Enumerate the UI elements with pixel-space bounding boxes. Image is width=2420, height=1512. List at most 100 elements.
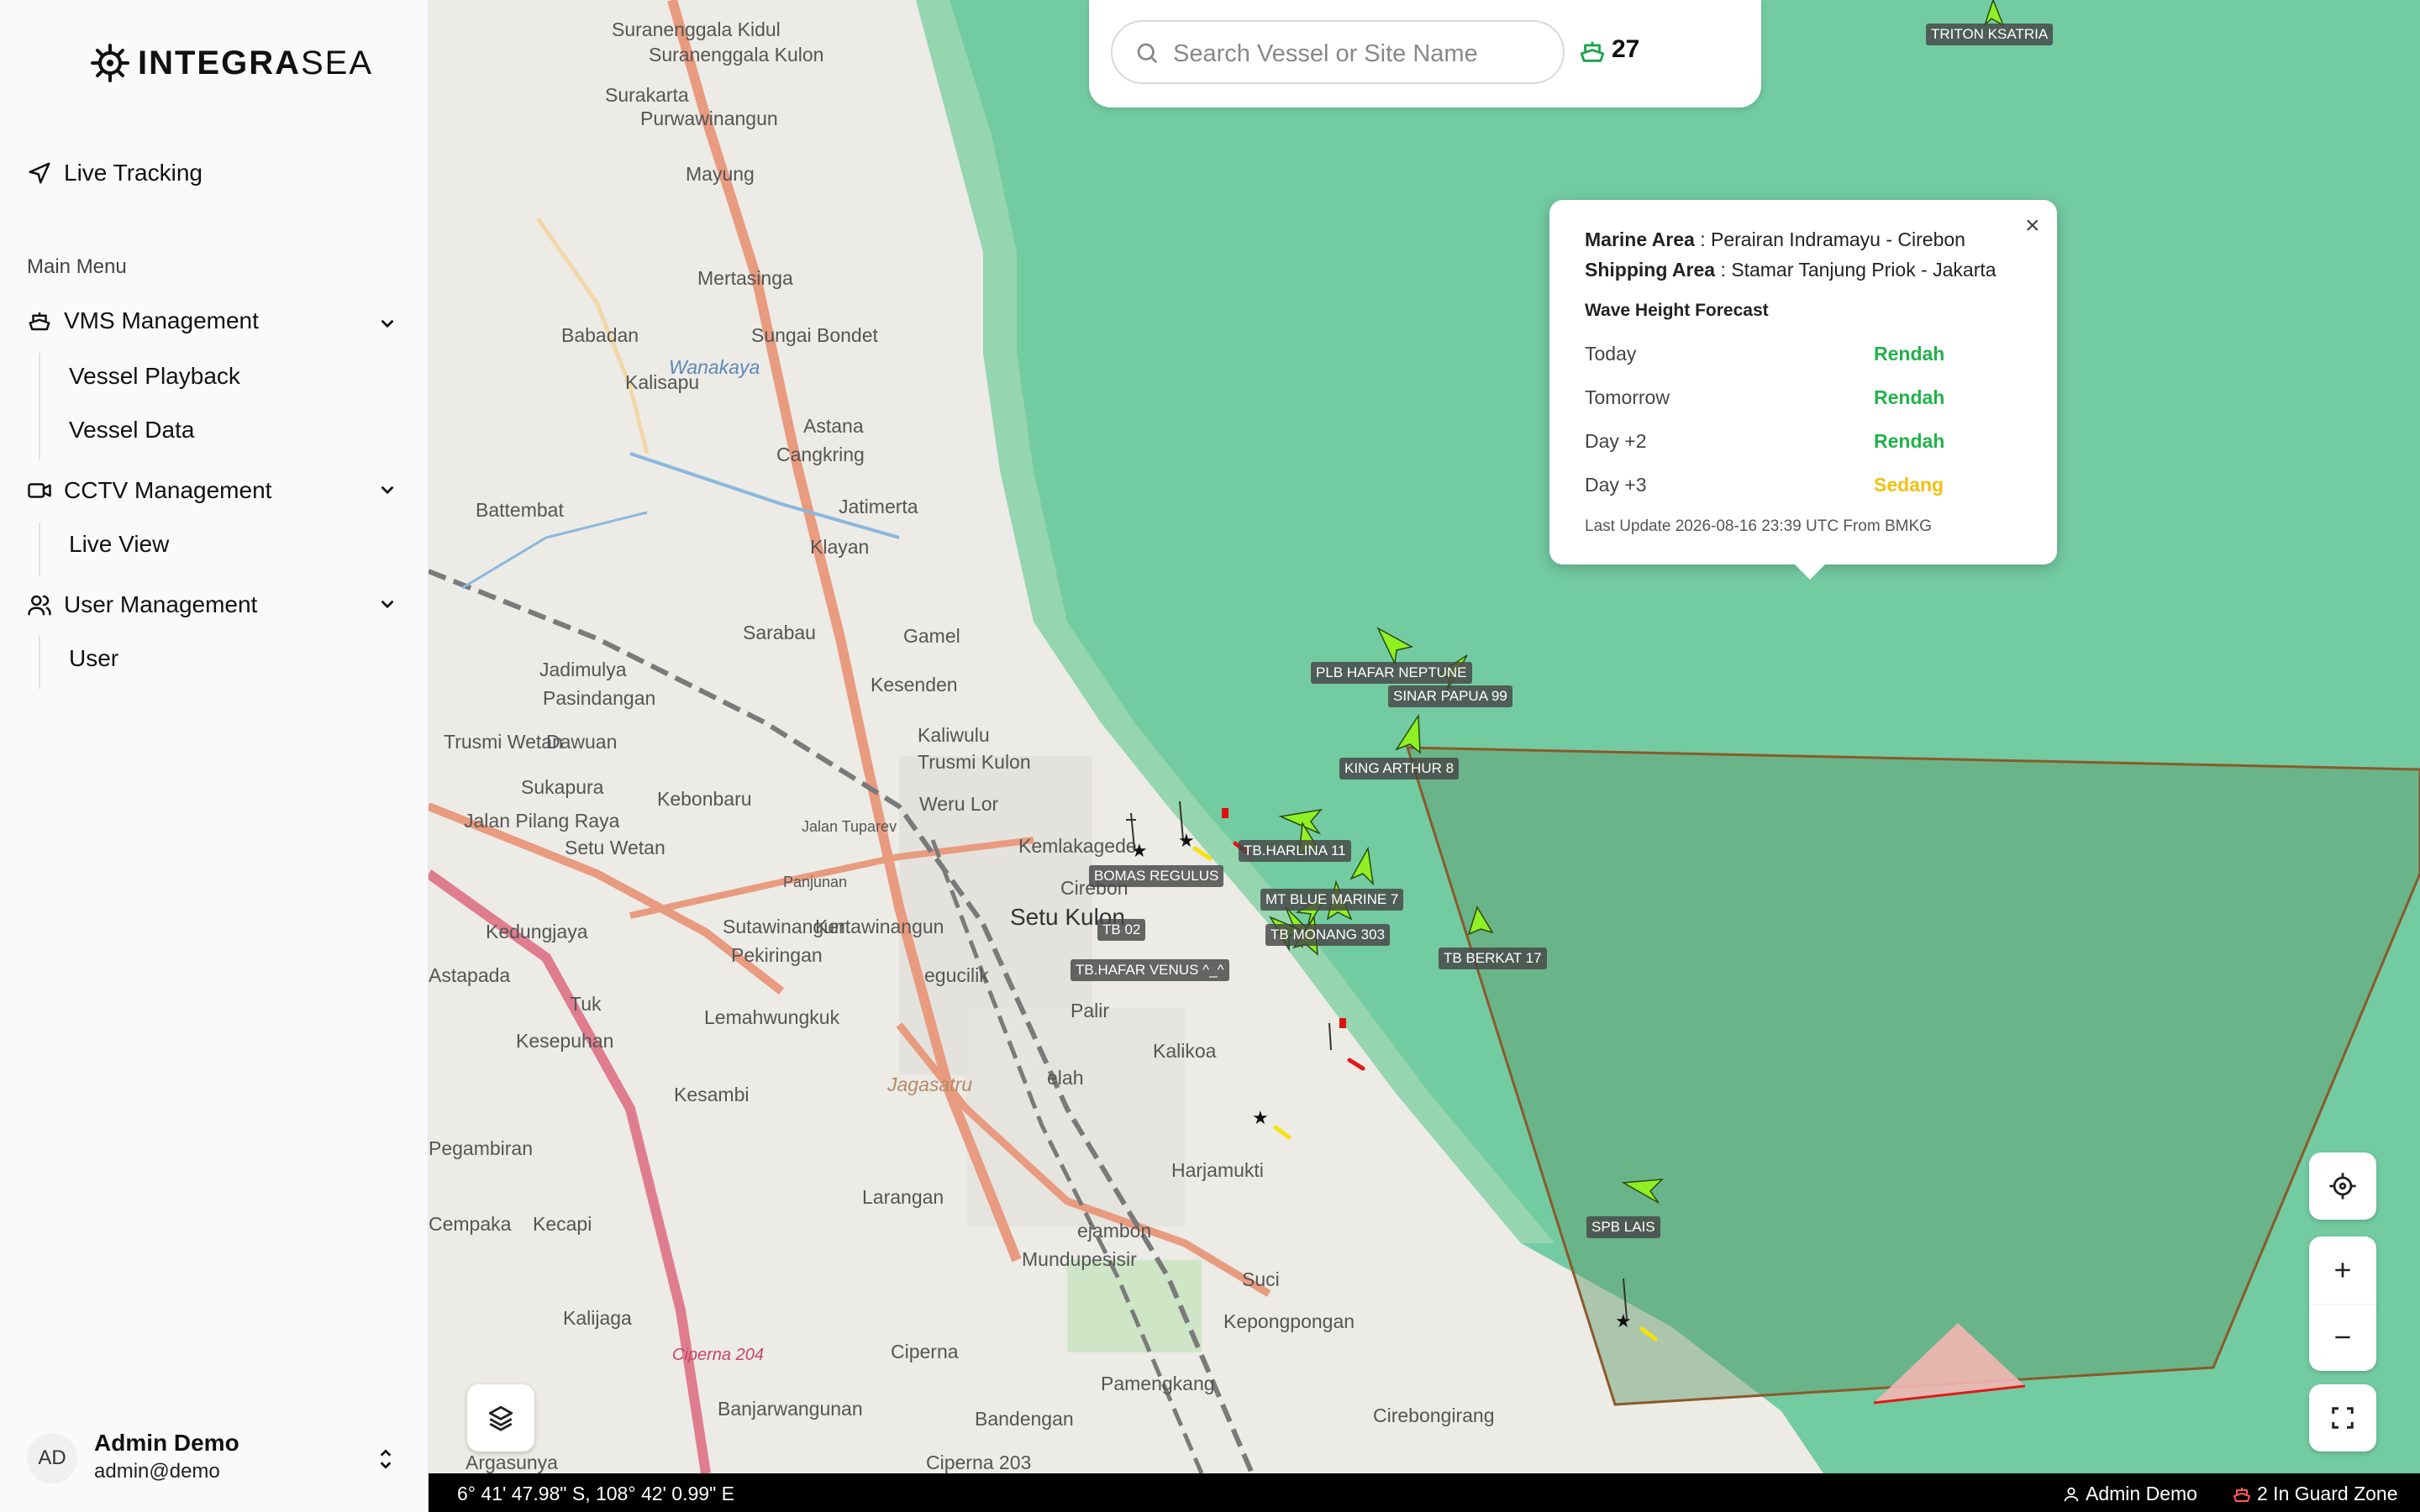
popup-tip [1793, 563, 1827, 580]
vessel-markers: ★ ★ ★ ★ [1126, 0, 2005, 1341]
search-placeholder: Search Vessel or Site Name [1173, 40, 1478, 67]
forecast-title: Wave Height Forecast [1585, 301, 1769, 320]
nav-user[interactable]: User [69, 645, 118, 672]
heading-indicator [1639, 1326, 1658, 1341]
heading-indicator [1192, 846, 1213, 861]
ship-alert-icon [2233, 1487, 2250, 1502]
area-info-popup: × Marine Area : Perairan Indramayu - Cir… [1549, 200, 2057, 580]
forecast-level: Rendah [1874, 386, 1945, 408]
forecast-level: Sedang [1874, 474, 1944, 496]
last-update: Last Update 2026-08-16 23:39 UTC From BM… [1585, 517, 1932, 535]
chevrons-up-down-icon [380, 1449, 392, 1469]
star-marker: ★ [1615, 1310, 1632, 1331]
plus-icon [2335, 1263, 2350, 1278]
video-icon [28, 483, 51, 498]
anchored-vessel-marker [1328, 1022, 1332, 1051]
nav-live-view[interactable]: Live View [69, 531, 169, 558]
vessel-label[interactable]: MT BLUE MARINE 7 [1260, 889, 1404, 911]
main-menu-title: Main Menu [27, 255, 127, 278]
buoy-marker [1222, 808, 1228, 818]
forecast-day: Day +2 [1585, 430, 1647, 452]
guard-zone-count: 2 In Guard Zone [2257, 1483, 2398, 1504]
forecast-day: Today [1585, 343, 1637, 365]
vessel-label[interactable]: BOMAS REGULUS [1089, 865, 1224, 887]
nav-vessel-data[interactable]: Vessel Data [69, 417, 194, 444]
guard-zone-status[interactable]: 2 In Guard Zone [2232, 1483, 2398, 1505]
vessel-marker [1621, 1179, 1664, 1204]
nav-user-management-label: User Management [64, 591, 258, 617]
forecast-day: Tomorrow [1585, 386, 1670, 408]
heading-indicator [1347, 1058, 1365, 1071]
shipping-area: Shipping Area : Stamar Tanjung Priok - J… [1585, 259, 1996, 281]
vessel-label[interactable]: KING ARTHUR 8 [1339, 758, 1460, 780]
vessel-label[interactable]: TB.HAFAR VENUS ^_^ [1071, 959, 1229, 981]
minus-icon [2335, 1336, 2350, 1339]
ship-icon [29, 312, 50, 331]
fullscreen-button[interactable] [2309, 1384, 2376, 1452]
logo[interactable]: INTEGRASEA [91, 44, 373, 82]
vessel-marker [1376, 627, 1414, 666]
vessel-label[interactable]: SINAR PAPUA 99 [1388, 685, 1512, 707]
logo-text: INTEGRASEA [138, 44, 374, 81]
search-panel: Search Vessel or Site Name 27 [1089, 0, 1761, 108]
sidebar: INTEGRASEA Live Tracking Main Menu VMS M… [0, 0, 429, 1512]
vessel-marker [1467, 906, 1494, 936]
navigation-arrow-icon [29, 162, 50, 184]
user-name: Admin Demo [94, 1430, 239, 1456]
vessel-label[interactable]: TB 02 [1097, 919, 1146, 941]
nav-user-management[interactable]: User Management [27, 591, 257, 618]
close-icon[interactable]: × [2025, 212, 2040, 240]
user-icon [2064, 1487, 2079, 1501]
forecast-level: Rendah [1874, 343, 1945, 365]
vessel-label[interactable]: SPB LAIS [1586, 1216, 1660, 1238]
nav-vms-management[interactable]: VMS Management [27, 307, 259, 334]
vessel-label[interactable]: TRITON KSATRIA [1926, 24, 2054, 45]
status-user-name: Admin Demo [2086, 1483, 2197, 1504]
nav-cctv-management-label: CCTV Management [64, 477, 272, 503]
user-email: admin@demo [94, 1460, 220, 1483]
nav-vessel-playback[interactable]: Vessel Playback [69, 363, 240, 390]
search-icon [1137, 43, 1158, 64]
status-bar: 6° 41' 47.98" S, 108° 42' 0.99" E Admin … [429, 1473, 2420, 1512]
star-marker: ★ [1178, 830, 1195, 851]
forecast-level: Rendah [1874, 430, 1945, 452]
star-marker: ★ [1252, 1107, 1269, 1128]
chevron-down-icon[interactable] [376, 479, 398, 501]
zoom-out-button[interactable] [2309, 1305, 2376, 1372]
vessel-marker [1278, 808, 1323, 835]
status-user[interactable]: Admin Demo [2062, 1483, 2197, 1505]
search-input[interactable]: Search Vessel or Site Name [1111, 20, 1565, 84]
heading-indicator [1273, 1125, 1292, 1140]
buoy-marker [1339, 1018, 1346, 1028]
nav-vms-management-label: VMS Management [64, 307, 259, 333]
vessel-label[interactable]: TB BERKAT 17 [1439, 948, 1547, 969]
submenu-line [39, 353, 40, 460]
marine-area: Marine Area : Perairan Indramayu - Cireb… [1585, 228, 1965, 250]
chevron-down-icon[interactable] [376, 593, 398, 615]
vessel-marker [1395, 713, 1421, 754]
cursor-coordinates: 6° 41' 47.98" S, 108° 42' 0.99" E [457, 1483, 734, 1504]
fullscreen-icon [2332, 1407, 2354, 1429]
map-canvas[interactable]: Suranenggala Kidul Suranenggala Kulon Su… [429, 0, 2420, 1473]
vessel-label[interactable]: TB.HARLINA 11 [1239, 840, 1351, 862]
nav-live-tracking[interactable]: Live Tracking [27, 160, 203, 186]
ship-icon [1580, 41, 1605, 62]
zoom-controls [2309, 1236, 2376, 1371]
zoom-in-button[interactable] [2309, 1236, 2376, 1305]
user-menu[interactable]: AD Admin Demo admin@demo [27, 1428, 402, 1487]
vessel-marker [1349, 846, 1375, 886]
layers-button[interactable] [467, 1384, 534, 1452]
users-icon [28, 595, 51, 616]
locate-button[interactable] [2309, 1152, 2376, 1220]
forecast-day: Day +3 [1585, 474, 1647, 496]
nav-live-tracking-label: Live Tracking [64, 160, 203, 186]
vessel-label[interactable]: PLB HAFAR NEPTUNE [1311, 662, 1472, 684]
crosshair-icon [2329, 1173, 2356, 1200]
vessel-marker [1984, 0, 2005, 27]
chevron-down-icon[interactable] [376, 312, 398, 334]
vessel-label[interactable]: TB MONANG 303 [1265, 924, 1391, 946]
nav-cctv-management[interactable]: CCTV Management [27, 477, 271, 504]
layers-icon [488, 1405, 513, 1431]
avatar: AD [27, 1433, 77, 1483]
submenu-line [39, 635, 40, 689]
